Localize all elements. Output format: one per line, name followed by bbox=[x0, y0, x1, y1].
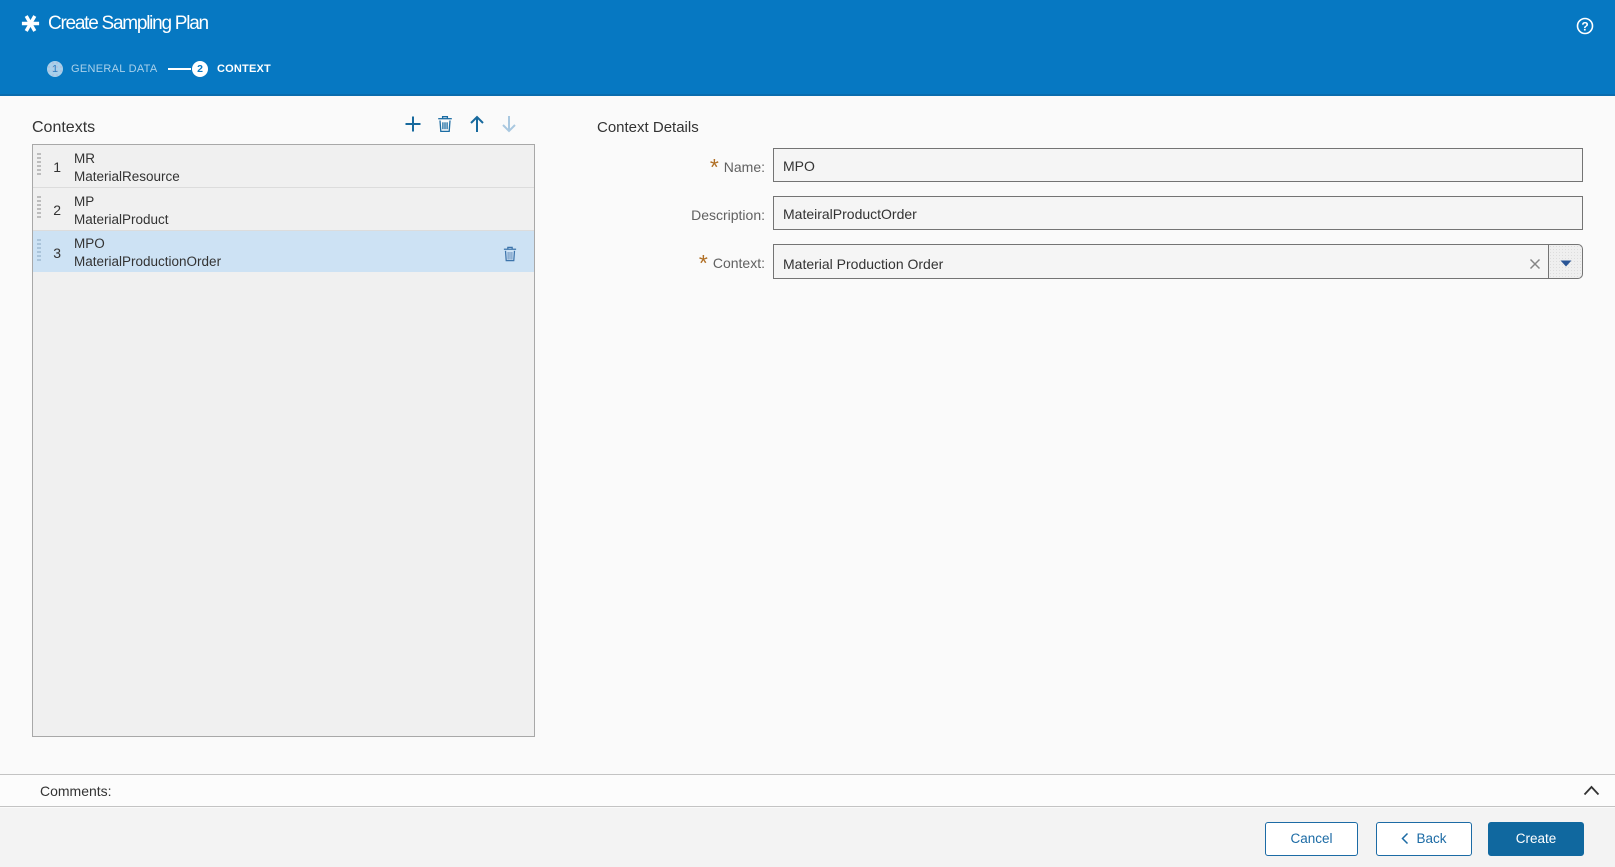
svg-text:?: ? bbox=[1581, 20, 1588, 34]
